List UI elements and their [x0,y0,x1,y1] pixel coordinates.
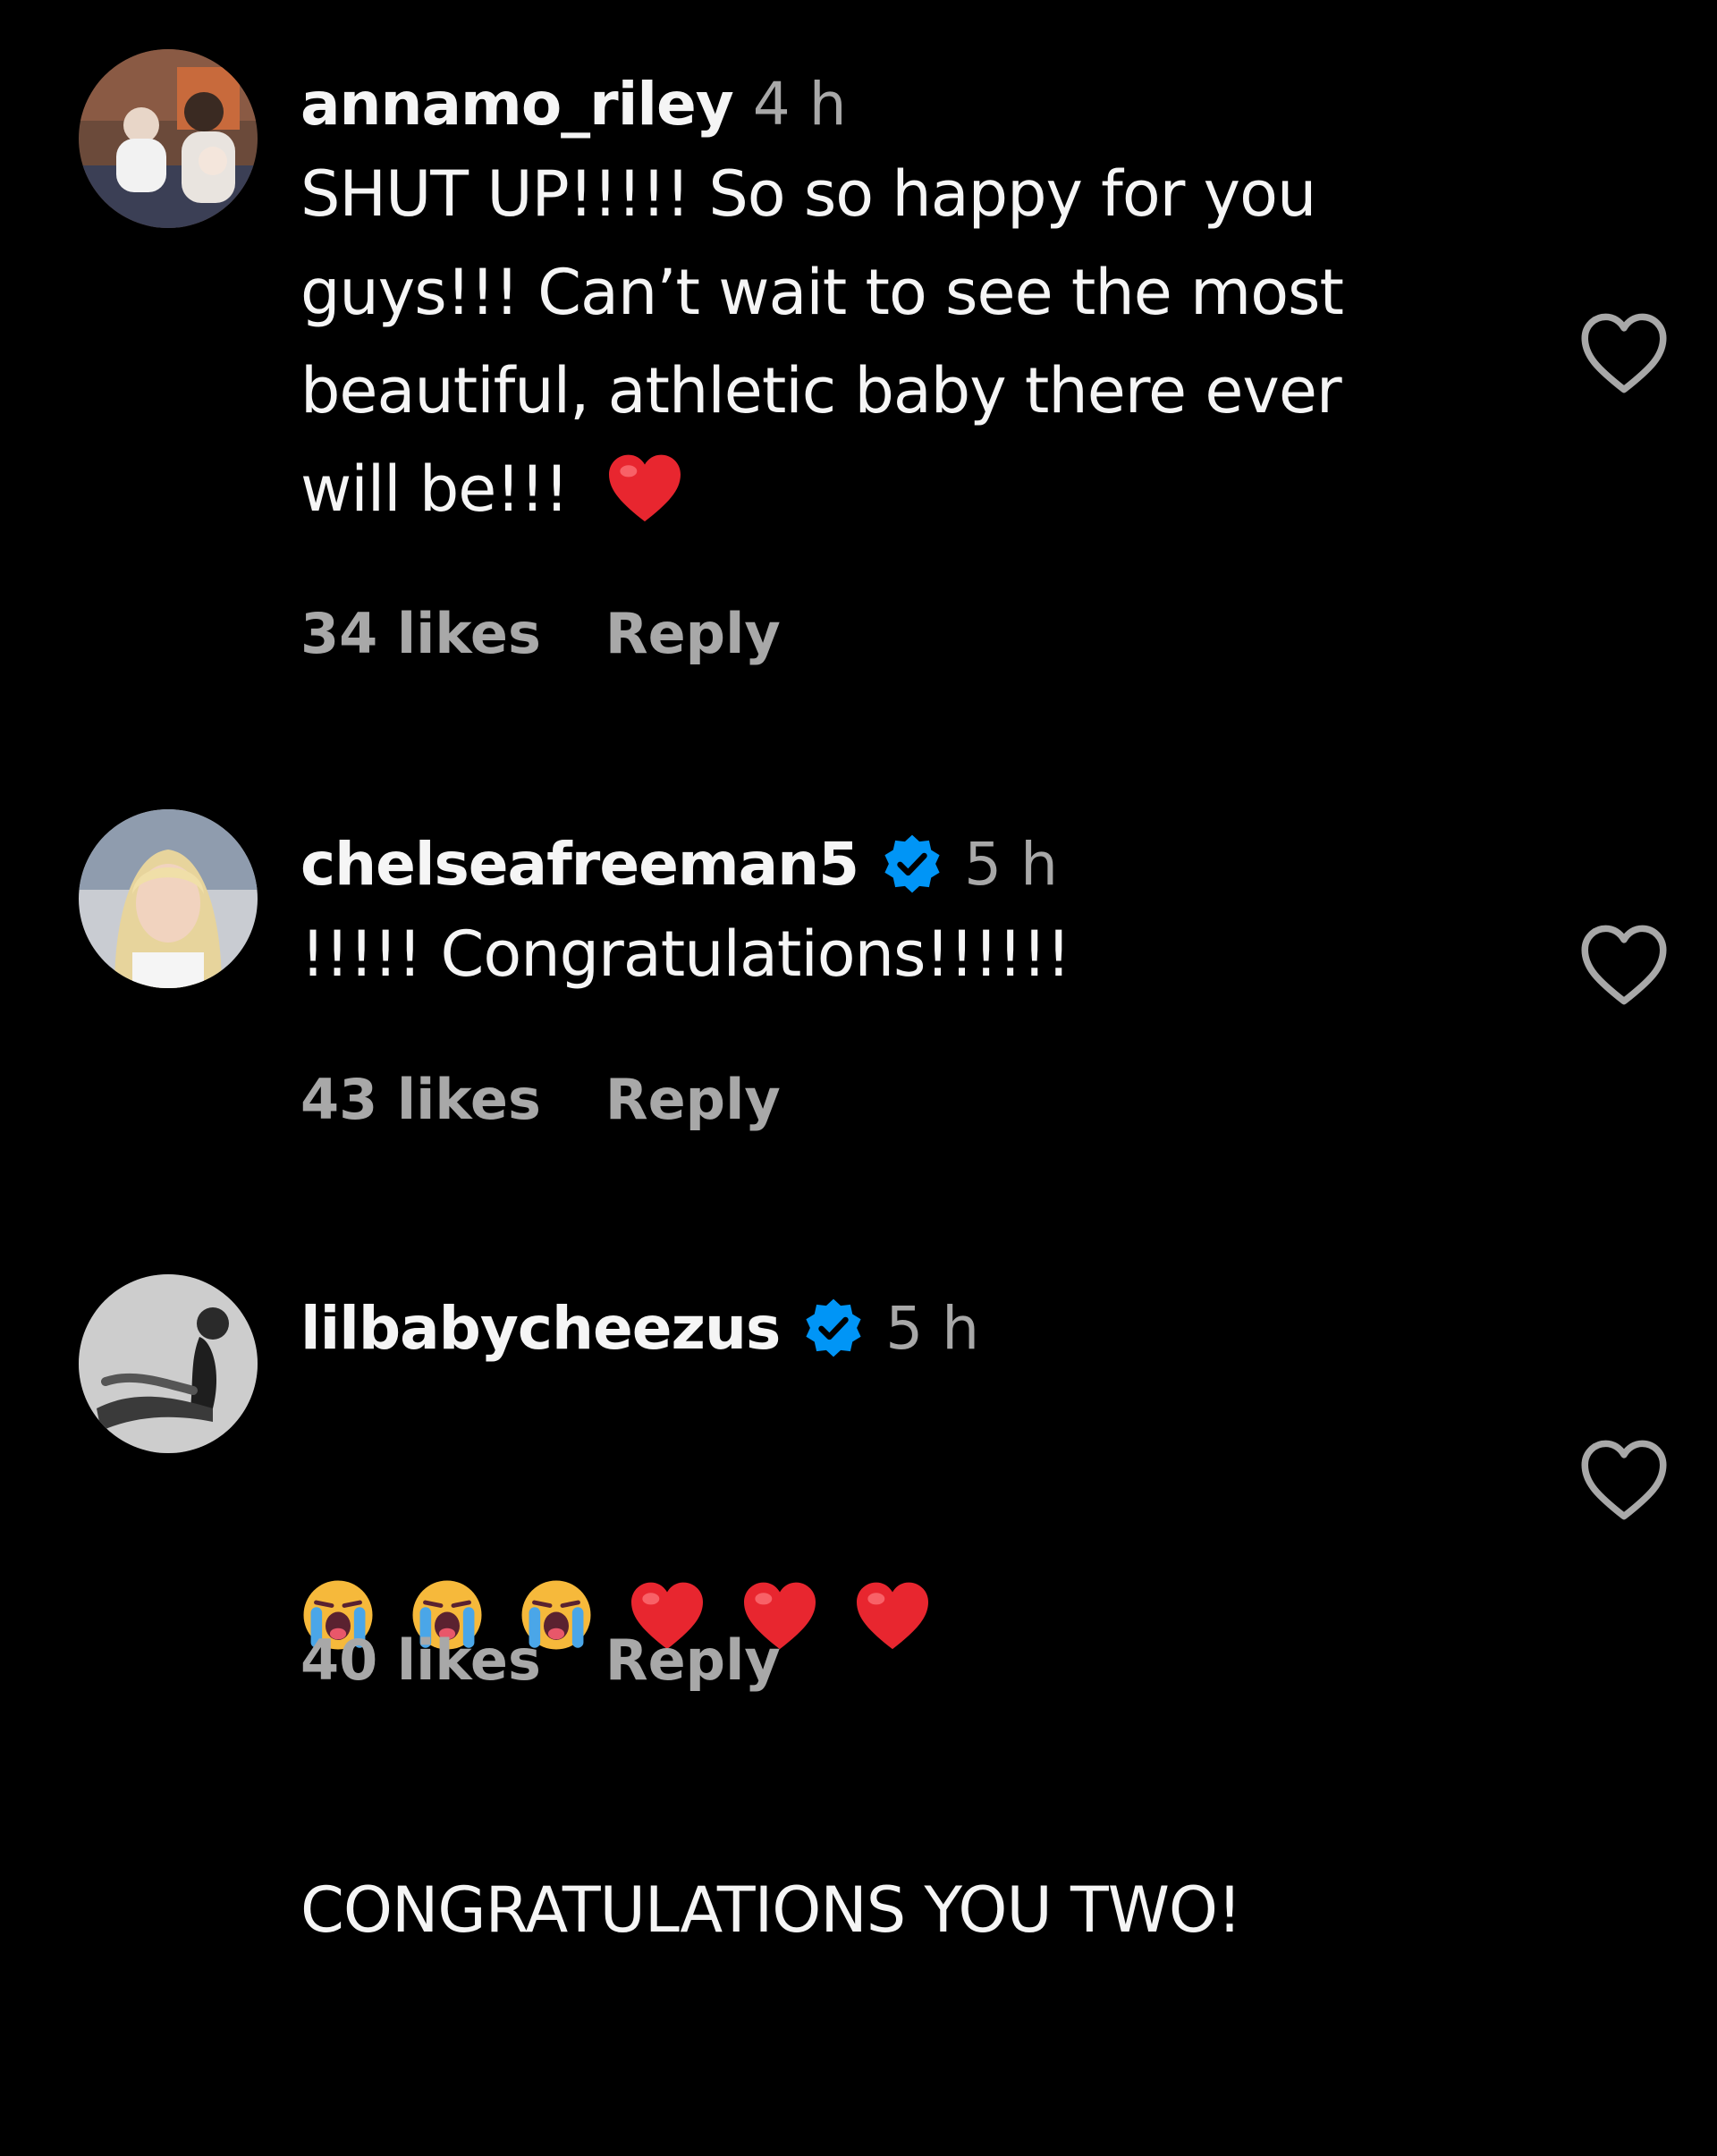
comment-line: guys!!! Can’t wait to see the most [300,256,1344,329]
timestamp[interactable]: 4 h [753,70,847,139]
reply-button[interactable]: Reply [605,1628,781,1693]
heart-outline-icon[interactable] [1579,923,1669,1009]
username[interactable]: chelseafreeman5 [300,830,859,899]
comment-line: SHUT UP!!!!! So so happy for you [300,157,1316,231]
verified-badge-icon [801,1296,866,1360]
reply-button[interactable]: Reply [605,1067,781,1132]
username[interactable]: annamo_riley [300,70,734,139]
like-count[interactable]: 40 likes [300,1628,541,1693]
like-count[interactable]: 34 likes [300,601,541,666]
reply-button[interactable]: Reply [605,601,781,666]
red-heart-emoji-icon [853,1579,932,1651]
comment-list: annamo_riley 4 h SHUT UP!!!!! So so happ… [0,0,1717,1947]
comment-line: !!!!! Congratulations!!!!!! [300,917,1071,991]
like-count[interactable]: 43 likes [300,1067,541,1132]
comment-meta: 34 likes Reply [300,601,781,666]
timestamp[interactable]: 5 h [885,1294,979,1363]
verified-badge-icon [880,832,944,896]
avatar[interactable] [79,49,258,228]
comment-line: will be!!! [300,452,588,526]
username[interactable]: lilbabycheezus [300,1294,781,1363]
comment-text: !!!!! Congratulations!!!!!! [300,905,1463,1003]
timestamp[interactable]: 5 h [964,830,1058,899]
avatar[interactable] [79,809,258,988]
comment-text: SHUT UP!!!!! So so happy for you guys!!!… [300,145,1463,538]
comment-line: beautiful, athletic baby there ever [300,354,1342,427]
comment-line: CONGRATULATIONS YOU TWO! [300,1873,1242,1947]
avatar[interactable] [79,1274,258,1453]
comment-meta: 40 likes Reply [300,1628,781,1693]
heart-outline-icon[interactable] [1579,1438,1669,1524]
heart-outline-icon[interactable] [1579,311,1669,397]
comment-meta: 43 likes Reply [300,1067,781,1132]
red-heart-emoji-icon [605,452,684,523]
comment-text: CONGRATULATIONS YOU TWO! [300,1369,1463,2156]
